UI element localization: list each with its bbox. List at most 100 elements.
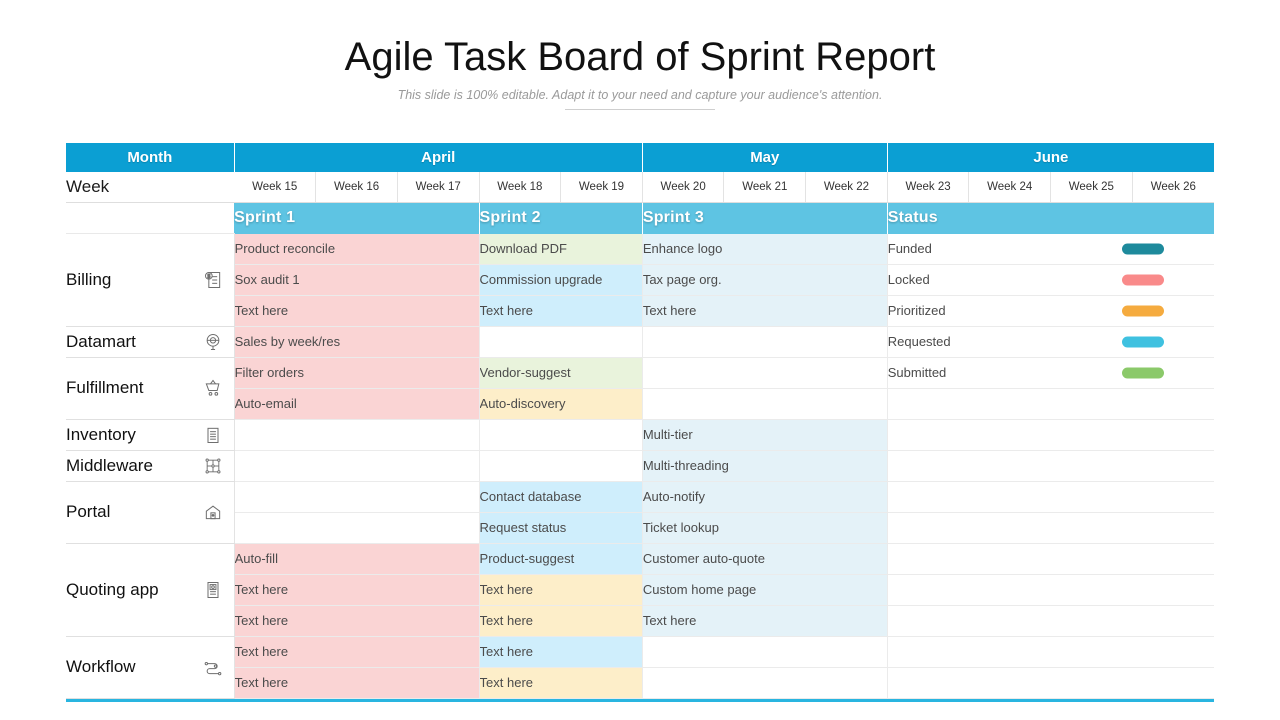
page-title: Agile Task Board of Sprint Report: [344, 35, 936, 79]
status-cell-empty[interactable]: [887, 605, 1214, 637]
task-cell-sprint3[interactable]: [642, 636, 888, 668]
task-cell-sprint3[interactable]: Multi-tier: [642, 419, 888, 451]
svg-text:$: $: [207, 274, 210, 280]
status-cell-empty[interactable]: [887, 388, 1214, 420]
task-cell-sprint2[interactable]: [479, 419, 643, 451]
row-label-text: Billing: [66, 269, 112, 289]
task-cell-sprint1[interactable]: [234, 419, 480, 451]
task-cell-sprint3[interactable]: Text here: [642, 295, 888, 327]
week-header-row: Week Week 15 Week 16 Week 17 Week 18 Week 19 W…: [66, 172, 1214, 203]
status-cell-empty[interactable]: [887, 450, 1214, 482]
row-label-fulfillment[interactable]: Fulfillment: [66, 357, 235, 420]
status-cell[interactable]: Locked: [887, 264, 1214, 296]
row-label-middleware[interactable]: Middleware: [66, 450, 235, 482]
task-cell-sprint3[interactable]: Text here: [642, 605, 888, 637]
week-header-cell: Week 25: [1050, 172, 1133, 203]
task-cell-sprint1[interactable]: Text here: [234, 295, 480, 327]
task-cell-sprint3[interactable]: Ticket lookup: [642, 512, 888, 544]
task-cell-sprint2[interactable]: Text here: [479, 667, 643, 699]
table-row: Inventory Multi-tier: [66, 419, 1214, 451]
task-cell-sprint1[interactable]: [234, 512, 480, 544]
task-cell-sprint3[interactable]: Multi-threading: [642, 450, 888, 482]
status-cell-empty[interactable]: [887, 419, 1214, 451]
task-cell-sprint2[interactable]: Vendor-suggest: [479, 357, 643, 389]
task-cell-sprint1[interactable]: Auto-email: [234, 388, 480, 420]
status-cell-empty[interactable]: [887, 481, 1214, 513]
task-cell-sprint1[interactable]: Product reconcile: [234, 233, 480, 265]
task-cell-sprint3[interactable]: [642, 357, 888, 389]
task-cell-sprint1[interactable]: Sales by week/res: [234, 326, 480, 358]
portal-icon: [202, 501, 224, 523]
status-cell[interactable]: Prioritized: [887, 295, 1214, 327]
task-cell-sprint1[interactable]: Filter orders: [234, 357, 480, 389]
task-cell-sprint1[interactable]: Auto-fill: [234, 543, 480, 575]
status-cell-empty[interactable]: [887, 636, 1214, 668]
task-cell-sprint2[interactable]: Text here: [479, 636, 643, 668]
task-cell-sprint2[interactable]: Text here: [479, 605, 643, 637]
table-row: Workflow Text here Text here: [66, 636, 1214, 699]
status-badge: [1122, 243, 1164, 254]
task-cell-sprint3[interactable]: Customer auto-quote: [642, 543, 888, 575]
task-cell-sprint3[interactable]: [642, 326, 888, 358]
sprint-header-sprint-2[interactable]: Sprint 2: [479, 202, 643, 234]
sprint-header-sprint-3[interactable]: Sprint 3: [642, 202, 888, 234]
task-cell-sprint1[interactable]: Text here: [234, 574, 480, 606]
task-cell-sprint3[interactable]: [642, 388, 888, 420]
status-label: Submitted: [887, 365, 947, 380]
task-cell-sprint1[interactable]: Text here: [234, 636, 480, 668]
task-cell-sprint2[interactable]: Commission upgrade: [479, 264, 643, 296]
table-row: Fulfillment Filter orders Vendor-suggest Su…: [66, 357, 1214, 420]
task-cell-sprint3[interactable]: Auto-notify: [642, 481, 888, 513]
task-cell-sprint1[interactable]: Text here: [234, 667, 480, 699]
table-row: Datamart Sales by week/res Requested: [66, 326, 1214, 358]
task-cell-sprint2[interactable]: [479, 326, 643, 358]
task-cell-sprint2[interactable]: [479, 450, 643, 482]
row-label-text: Middleware: [66, 455, 153, 475]
task-cell-sprint2[interactable]: Request status: [479, 512, 643, 544]
task-cell-sprint1[interactable]: [234, 450, 480, 482]
week-header-cell: Week 20: [642, 172, 725, 203]
cart-icon: [202, 377, 224, 399]
status-cell-empty[interactable]: [887, 543, 1214, 575]
status-cell[interactable]: Submitted: [887, 357, 1214, 389]
status-cell[interactable]: Funded: [887, 233, 1214, 265]
task-cell-sprint2[interactable]: Text here: [479, 295, 643, 327]
agile-task-board: Month April May June Week Week 15 Week 16 Week …: [66, 143, 1214, 702]
row-label-quoting-app[interactable]: Quoting app: [66, 543, 235, 637]
row-label-datamart[interactable]: Datamart: [66, 326, 235, 358]
week-header-cell: Week 23: [887, 172, 970, 203]
task-cell-sprint2[interactable]: Text here: [479, 574, 643, 606]
status-cell-empty[interactable]: [887, 512, 1214, 544]
sprint-header-sprint-1[interactable]: Sprint 1: [234, 202, 480, 234]
row-label-billing[interactable]: Billing $: [66, 233, 235, 327]
task-cell-sprint3[interactable]: Custom home page: [642, 574, 888, 606]
task-cell-sprint3[interactable]: Enhance logo: [642, 233, 888, 265]
task-cell-sprint1[interactable]: Text here: [234, 605, 480, 637]
status-badge: [1122, 336, 1164, 347]
week-row-label: Week: [66, 172, 235, 203]
task-cell-sprint2[interactable]: Download PDF: [479, 233, 643, 265]
task-cell-sprint3[interactable]: Tax page org.: [642, 264, 888, 296]
status-cell-empty[interactable]: [887, 574, 1214, 606]
sprint-header-status[interactable]: Status: [887, 202, 1214, 234]
month-header-row: Month April May June: [66, 143, 1214, 172]
slide-header: Agile Task Board of Sprint Report This s…: [0, 0, 1280, 110]
task-cell-sprint1[interactable]: Sox audit 1: [234, 264, 480, 296]
task-cell-sprint1[interactable]: [234, 481, 480, 513]
table-row: Text here Text here: [66, 667, 1214, 699]
task-cell-sprint3[interactable]: [642, 667, 888, 699]
status-cell[interactable]: Requested: [887, 326, 1214, 358]
table-row: Quoting app Auto-fill Product-suggest Custo…: [66, 543, 1214, 637]
status-cell-empty[interactable]: [887, 667, 1214, 699]
row-label-workflow[interactable]: Workflow: [66, 636, 235, 699]
task-cell-sprint2[interactable]: Auto-discovery: [479, 388, 643, 420]
week-header-cell: Week 15: [234, 172, 317, 203]
table-row: Text here Text here Text here: [66, 605, 1214, 637]
status-label: Requested: [887, 334, 951, 349]
month-header-april: April: [234, 143, 643, 172]
task-cell-sprint2[interactable]: Contact database: [479, 481, 643, 513]
task-cell-sprint2[interactable]: Product-suggest: [479, 543, 643, 575]
row-label-portal[interactable]: Portal: [66, 481, 235, 544]
status-label: Funded: [887, 241, 932, 256]
row-label-inventory[interactable]: Inventory: [66, 419, 235, 451]
